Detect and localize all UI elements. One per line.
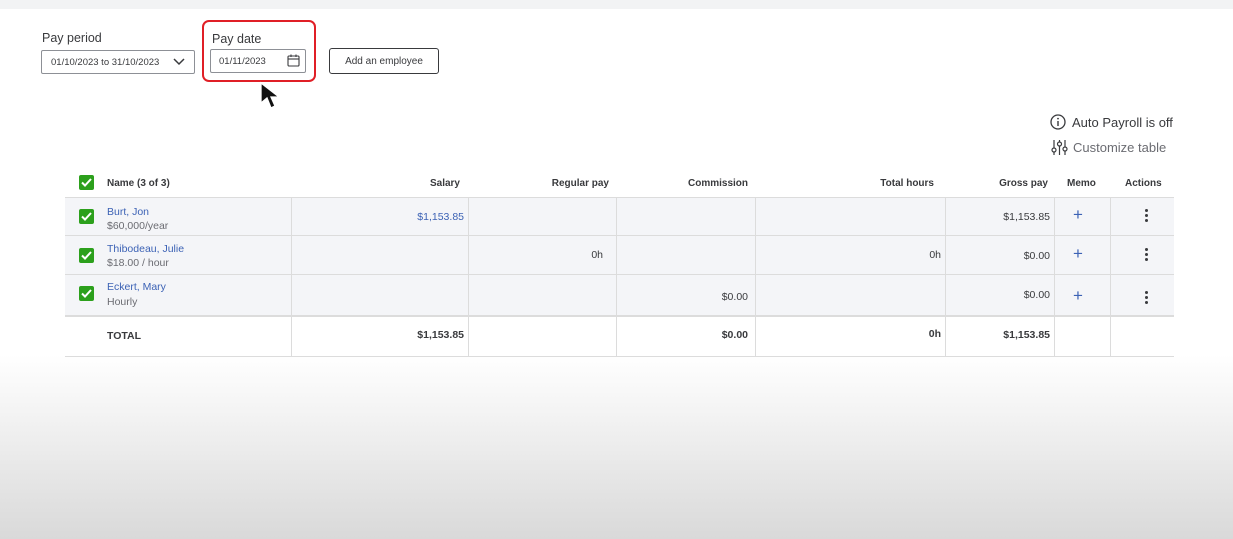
- total-hours: 0h: [928, 328, 941, 340]
- total-commission: $0.00: [721, 329, 748, 341]
- add-employee-button[interactable]: Add an employee: [329, 48, 439, 74]
- employee-rate: $18.00 / hour: [107, 257, 169, 269]
- total-hours-value: 0h: [929, 249, 941, 261]
- pay-period-select[interactable]: 01/10/2023 to 31/10/2023: [41, 50, 195, 74]
- header-actions: Actions: [1125, 178, 1162, 189]
- table-header: Name (3 of 3) Salary Regular pay Commiss…: [65, 170, 1174, 198]
- info-icon: [1050, 114, 1066, 130]
- header-commission: Commission: [687, 178, 748, 189]
- header-salary: Salary: [429, 178, 460, 189]
- header-gross-pay: Gross pay: [999, 178, 1048, 189]
- pay-period-label: Pay period: [42, 31, 102, 45]
- employee-name-link[interactable]: Eckert, Mary: [107, 281, 166, 293]
- total-label: TOTAL: [107, 330, 142, 342]
- regular-pay-value[interactable]: 0h: [591, 249, 603, 261]
- table-row: Thibodeau, Julie $18.00 / hour 0h 0h $0.…: [65, 236, 1174, 275]
- gross-pay-value: $1,153.85: [1003, 211, 1050, 223]
- chevron-down-icon: [173, 58, 185, 66]
- header-regular-pay: Regular pay: [551, 178, 609, 189]
- more-actions-icon[interactable]: [1145, 248, 1149, 263]
- gross-pay-value: $0.00: [1023, 289, 1050, 301]
- employee-rate: $60,000/year: [107, 220, 169, 232]
- more-actions-icon[interactable]: [1145, 291, 1149, 306]
- row-checkbox[interactable]: [79, 248, 94, 263]
- customize-table-text: Customize table: [1073, 140, 1167, 155]
- top-strip: [0, 0, 1233, 9]
- check-icon: [81, 178, 92, 187]
- table-row: Eckert, Mary Hourly $0.00 $0.00 +: [65, 275, 1174, 317]
- commission-value[interactable]: $0.00: [722, 291, 748, 303]
- table-total-row: TOTAL $1,153.85 $0.00 0h $1,153.85: [65, 317, 1174, 357]
- header-memo: Memo: [1067, 178, 1096, 189]
- table-row: Burt, Jon $60,000/year $1,153.85 $1,153.…: [65, 198, 1174, 236]
- gross-pay-value: $0.00: [1023, 250, 1050, 262]
- sliders-icon: [1051, 140, 1068, 155]
- add-memo-icon[interactable]: +: [1073, 287, 1083, 304]
- select-all-checkbox[interactable]: [79, 175, 94, 190]
- total-salary: $1,153.85: [417, 329, 464, 341]
- more-actions-icon[interactable]: [1145, 209, 1149, 224]
- row-checkbox[interactable]: [79, 286, 94, 301]
- auto-payroll-status[interactable]: Auto Payroll is off: [1050, 114, 1173, 130]
- check-icon: [81, 251, 92, 260]
- add-memo-icon[interactable]: +: [1073, 206, 1083, 223]
- auto-payroll-text: Auto Payroll is off: [1072, 114, 1173, 130]
- customize-table-link[interactable]: Customize table: [1051, 139, 1166, 156]
- employee-name-link[interactable]: Thibodeau, Julie: [107, 243, 184, 255]
- check-icon: [81, 212, 92, 221]
- row-checkbox[interactable]: [79, 209, 94, 224]
- salary-value[interactable]: $1,153.85: [417, 211, 464, 223]
- check-icon: [81, 289, 92, 298]
- add-memo-icon[interactable]: +: [1073, 245, 1083, 262]
- header-total-hours: Total hours: [880, 178, 934, 189]
- employee-rate: Hourly: [107, 296, 138, 308]
- employee-name-link[interactable]: Burt, Jon: [107, 206, 149, 218]
- total-gross-pay: $1,153.85: [1003, 329, 1050, 341]
- mouse-pointer-icon: [260, 81, 281, 109]
- header-name[interactable]: Name (3 of 3): [107, 178, 170, 189]
- pay-date-highlight: [202, 20, 316, 82]
- pay-period-value: 01/10/2023 to 31/10/2023: [51, 56, 160, 68]
